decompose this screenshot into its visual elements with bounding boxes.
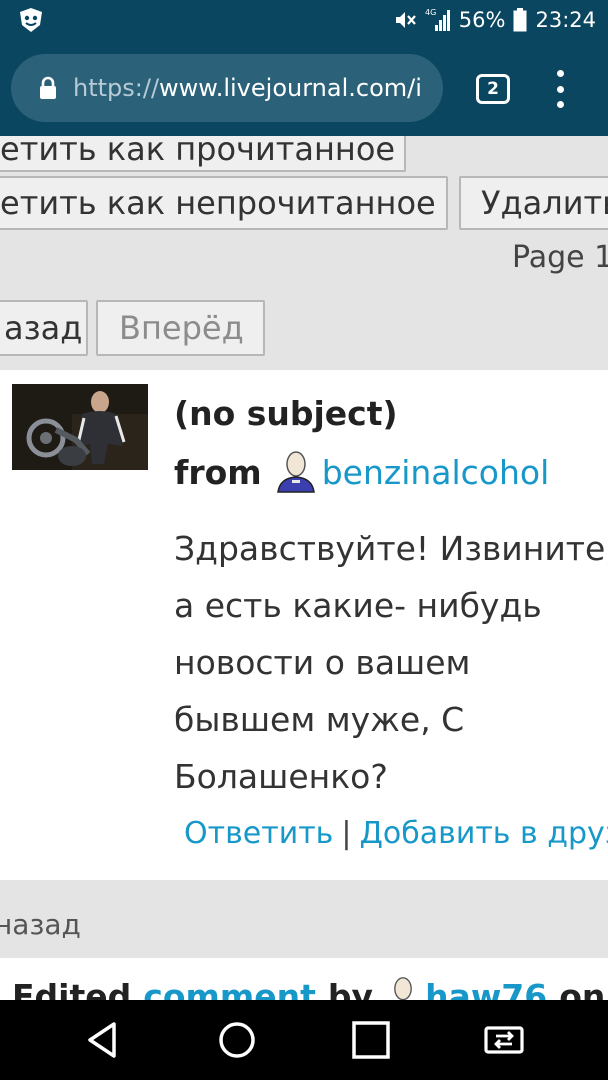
home-nav-icon[interactable] [215,1018,259,1062]
body-line: Болашенко? [174,757,388,796]
status-bar: 4G 56% 23:24 [0,0,608,40]
delete-button[interactable]: Удалить [459,176,608,230]
editor-username-link[interactable]: haw76 [425,977,547,1001]
edited-comment-row: Edited comment by haw76 on [0,958,608,1000]
signal-icon: 4G [425,8,450,31]
system-nav-bar [0,1000,608,1080]
back-link-bottom[interactable]: назад [0,908,81,941]
page-indicator: Page 1 [512,240,608,275]
back-button[interactable]: азад [0,300,88,356]
action-separator: | [341,816,352,851]
body-line: Здравствуйте! Извините, [174,529,608,568]
app-icon [20,8,42,32]
edited-by: by [327,976,374,1001]
user-icon[interactable] [274,450,318,494]
edited-prefix: Edited [12,976,132,1001]
clock: 23:24 [535,8,596,32]
sender-username-link[interactable]: benzinalcohol [322,453,550,492]
battery-percent: 56% [458,8,506,32]
browser-toolbar: https://www.livejournal.com/i 2 [0,40,608,136]
mute-icon [395,12,416,28]
message-actions: Ответить|Добавить в друзья [184,816,608,851]
body-line: новости о вашем [174,643,471,682]
mark-read-button[interactable]: етить как прочитанное [0,136,406,172]
overflow-menu-icon[interactable] [548,70,572,108]
message-sender: from benzinalcohol [174,450,549,494]
user-icon[interactable] [383,976,423,1000]
battery-icon [513,8,527,32]
svg-text:4G: 4G [425,8,436,17]
tabs-icon[interactable]: 2 [476,74,510,104]
message-body: Здравствуйте! Извините, а есть какие- ни… [174,520,608,805]
screen-share-icon[interactable] [482,1018,526,1062]
lock-icon [40,76,56,99]
recents-nav-icon[interactable] [349,1018,393,1062]
back-nav-icon[interactable] [82,1018,126,1062]
forward-button[interactable]: Вперёд [96,300,265,356]
from-label: from [174,452,262,492]
edited-suffix: on [559,976,606,1001]
message-card: (no subject) from benzinalcohol Здравств… [0,370,608,880]
body-line: а есть какие- нибудь [174,586,542,625]
page-content: етить как прочитанное етить как непрочит… [0,136,608,1000]
url-bar[interactable]: https://www.livejournal.com/i [11,54,443,122]
comment-link[interactable]: comment [143,977,316,1001]
body-line: бывшем муже, С [174,700,465,739]
mark-unread-button[interactable]: етить как непрочитанное [0,176,448,230]
reply-link[interactable]: Ответить [184,816,333,851]
url-text: https://www.livejournal.com/i [73,74,422,102]
add-friend-link[interactable]: Добавить в друзья [359,816,608,851]
message-subject: (no subject) [174,394,398,433]
avatar[interactable] [12,384,148,470]
